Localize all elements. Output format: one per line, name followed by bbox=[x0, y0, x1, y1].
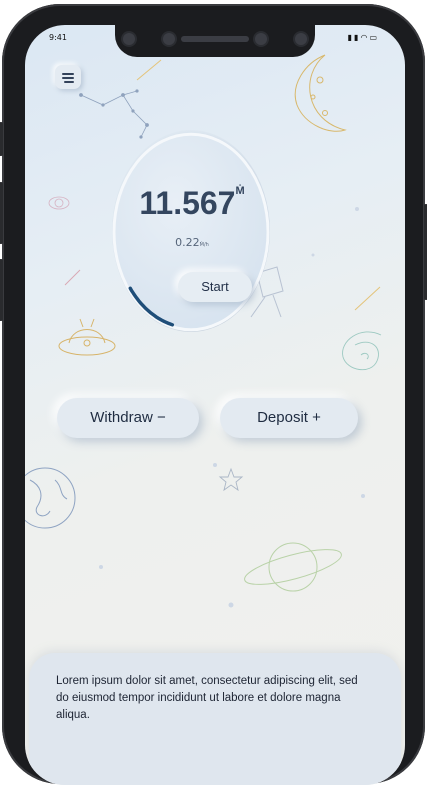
earth-icon bbox=[25, 467, 76, 529]
star-icon bbox=[218, 467, 244, 492]
space-doodles-background bbox=[25, 54, 382, 608]
status-time: 9:41 bbox=[49, 33, 67, 42]
speaker-grille bbox=[181, 36, 249, 42]
volume-down-button bbox=[0, 259, 3, 321]
rate-unit: Ṁ/h bbox=[199, 242, 209, 248]
notch bbox=[115, 25, 315, 57]
ufo-icon bbox=[58, 318, 116, 356]
hamburger-icon bbox=[62, 73, 74, 75]
mining-rate: 0.22Ṁ/h bbox=[112, 236, 272, 249]
rate-value: 0.22 bbox=[175, 236, 200, 249]
volume-up-button bbox=[0, 182, 3, 244]
balance-value: 11.567 bbox=[139, 185, 236, 221]
menu-button[interactable] bbox=[55, 65, 81, 89]
planet-ring-icon bbox=[48, 196, 70, 210]
mining-dial: 11.567Ṁ 0.22Ṁ/h Start bbox=[112, 130, 272, 332]
balance-display: 11.567Ṁ bbox=[112, 185, 272, 222]
balance-unit: Ṁ bbox=[235, 185, 245, 197]
start-button[interactable]: Start bbox=[178, 272, 252, 302]
hamburger-icon bbox=[64, 81, 74, 83]
app-screen: 9:41 ▮▮◠▭ 11.567Ṁ 0.22Ṁ/h Start Withdraw… bbox=[25, 25, 405, 785]
camera-dot bbox=[123, 33, 135, 45]
camera-dot bbox=[255, 33, 267, 45]
moon-icon bbox=[294, 54, 347, 132]
signal-icon: ▮▮ bbox=[347, 33, 361, 42]
phone-frame: 9:41 ▮▮◠▭ 11.567Ṁ 0.22Ṁ/h Start Withdraw… bbox=[0, 4, 427, 785]
saturn-icon bbox=[244, 542, 342, 592]
galaxy-icon bbox=[342, 331, 382, 371]
hamburger-icon bbox=[62, 77, 74, 79]
camera-dot bbox=[163, 33, 175, 45]
battery-icon: ▭ bbox=[369, 33, 379, 42]
info-card: Lorem ipsum dolor sit amet, consectetur … bbox=[29, 653, 401, 785]
mute-switch bbox=[0, 122, 3, 156]
camera-dot bbox=[295, 33, 307, 45]
deposit-button[interactable]: Deposit + bbox=[220, 398, 358, 438]
info-text: Lorem ipsum dolor sit amet, consectetur … bbox=[56, 675, 358, 721]
withdraw-button[interactable]: Withdraw − bbox=[57, 398, 199, 438]
status-icons: ▮▮◠▭ bbox=[348, 33, 379, 42]
